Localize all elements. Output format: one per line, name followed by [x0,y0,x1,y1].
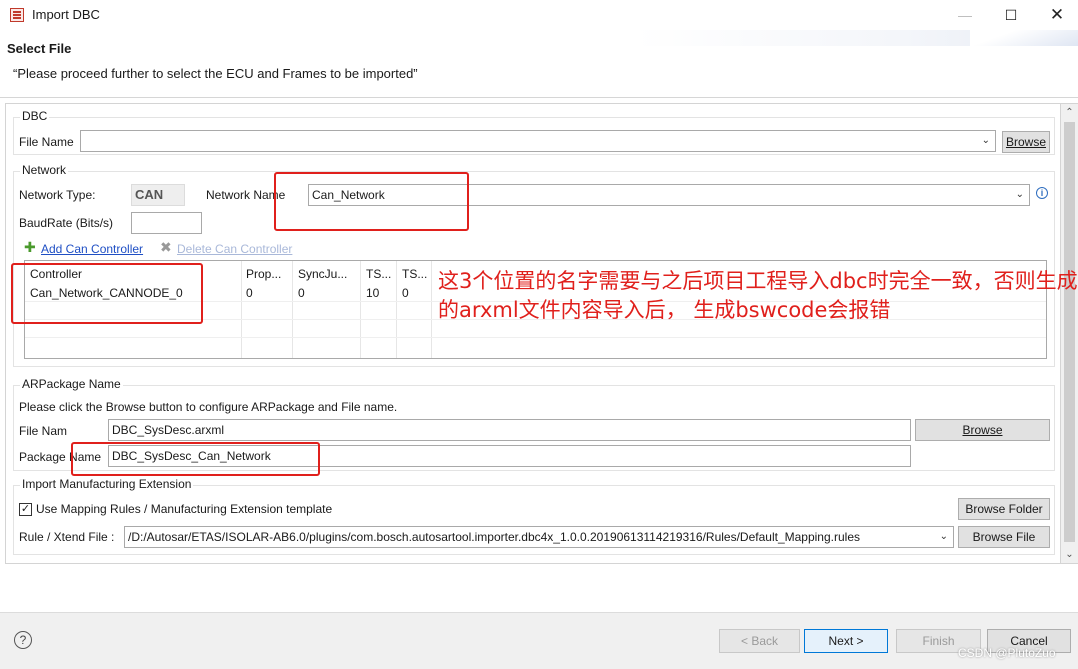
title-bar: Import DBC — ☐ ✕ [0,0,1078,30]
next-button[interactable]: Next > [804,629,888,653]
back-button[interactable]: < Back [719,629,800,653]
arpackage-browse-label: Browse [962,423,1003,437]
chevron-up-icon[interactable]: ⌃ [1061,104,1078,121]
add-can-controller-link[interactable]: Add Can Controller [41,242,143,256]
browse-folder-button[interactable]: Browse Folder [958,498,1050,520]
arpackage-hint: Please click the Browse button to config… [19,400,398,414]
dbc-browse-label: Browse [1005,135,1046,149]
baudrate-label: BaudRate (Bits/s) [19,216,114,230]
arpackage-group: ARPackage Name Please click the Browse b… [13,377,1055,471]
wizard-header: Select File “Please proceed further to s… [0,30,1078,98]
cell-syncjump[interactable]: 0 [298,286,305,300]
annotation-text: 这3个位置的名字需要与之后项目工程导入dbc时完全一致，否则生成的arxml文件… [438,269,1078,322]
baudrate-input[interactable] [131,212,202,234]
network-type-label: Network Type: [19,188,96,202]
chevron-down-icon[interactable]: ⌄ [936,527,948,547]
file-name-label: File Name [19,135,74,149]
package-name-input[interactable]: DBC_SysDesc_Can_Network [108,445,911,467]
cell-controller[interactable]: Can_Network_CANNODE_0 [30,286,183,300]
scrollbar-thumb[interactable] [1064,122,1075,542]
col-divider [396,261,397,358]
arpackage-file-label: File Nam [19,424,68,438]
network-legend: Network [20,163,69,177]
cell-ts2[interactable]: 0 [402,286,409,300]
col-divider [292,261,293,358]
manufacturing-legend: Import Manufacturing Extension [20,477,194,491]
close-button[interactable]: ✕ [1034,0,1078,30]
rule-file-label: Rule / Xtend File : [19,530,115,544]
window-title: Import DBC [32,7,100,22]
arpackage-file-input[interactable]: DBC_SysDesc.arxml [108,419,911,441]
cell-ts1[interactable]: 10 [366,286,379,300]
col-divider [431,261,432,358]
rule-file-value: /D:/Autosar/ETAS/ISOLAR-AB6.0/plugins/co… [128,530,860,544]
dbc-legend: DBC [20,109,50,123]
delete-can-controller-link: Delete Can Controller [177,242,293,256]
rule-file-combo[interactable]: /D:/Autosar/ETAS/ISOLAR-AB6.0/plugins/co… [124,526,954,548]
browse-file-button[interactable]: Browse File [958,526,1050,548]
dbc-browse-button[interactable]: Browse [1002,131,1050,153]
col-header-ts1[interactable]: TS... [366,267,391,281]
page-title: Select File [7,41,72,56]
maximize-button[interactable]: ☐ [988,0,1034,30]
dbc-group: DBC File Name ⌄ Browse [13,109,1055,155]
manufacturing-group: Import Manufacturing Extension ✓ Use Map… [13,477,1055,555]
col-header-controller[interactable]: Controller [30,267,82,281]
network-name-value: Can_Network [312,188,385,202]
col-divider [241,261,242,358]
chevron-down-icon[interactable]: ⌄ [1061,546,1078,563]
col-header-syncjump[interactable]: SyncJu... [298,267,347,281]
network-type-value: CAN [131,184,185,206]
help-icon[interactable]: ? [14,631,32,649]
dbc-file-name-combo[interactable]: ⌄ [80,130,996,152]
watermark: CSDN @PlutoZuo [958,646,1056,660]
col-header-prop[interactable]: Prop... [246,267,281,281]
chevron-down-icon[interactable]: ⌄ [982,131,990,151]
row-divider [25,337,1046,338]
chevron-down-icon[interactable]: ⌄ [1016,185,1024,205]
header-swoosh [970,30,1078,46]
arpackage-browse-button[interactable]: Browse [915,419,1050,441]
content-panel: DBC File Name ⌄ Browse Network Network T… [5,103,1061,564]
use-mapping-checkbox[interactable]: ✓ [19,503,32,516]
info-icon[interactable]: i [1036,187,1048,199]
app-icon [10,8,24,22]
network-name-combo[interactable]: Can_Network ⌄ [308,184,1030,206]
col-header-ts2[interactable]: TS... [402,267,427,281]
arpackage-legend: ARPackage Name [20,377,123,391]
package-name-label: Package Name [19,450,102,464]
add-icon: ✚ [24,239,36,255]
cell-prop[interactable]: 0 [246,286,253,300]
delete-icon: ✖ [160,239,172,255]
network-name-label: Network Name [206,188,286,202]
use-mapping-label: Use Mapping Rules / Manufacturing Extens… [36,502,333,516]
col-divider [360,261,361,358]
minimize-button[interactable]: — [942,0,988,30]
vertical-scrollbar[interactable]: ⌃ ⌄ [1061,103,1078,564]
page-description: “Please proceed further to select the EC… [13,66,418,81]
